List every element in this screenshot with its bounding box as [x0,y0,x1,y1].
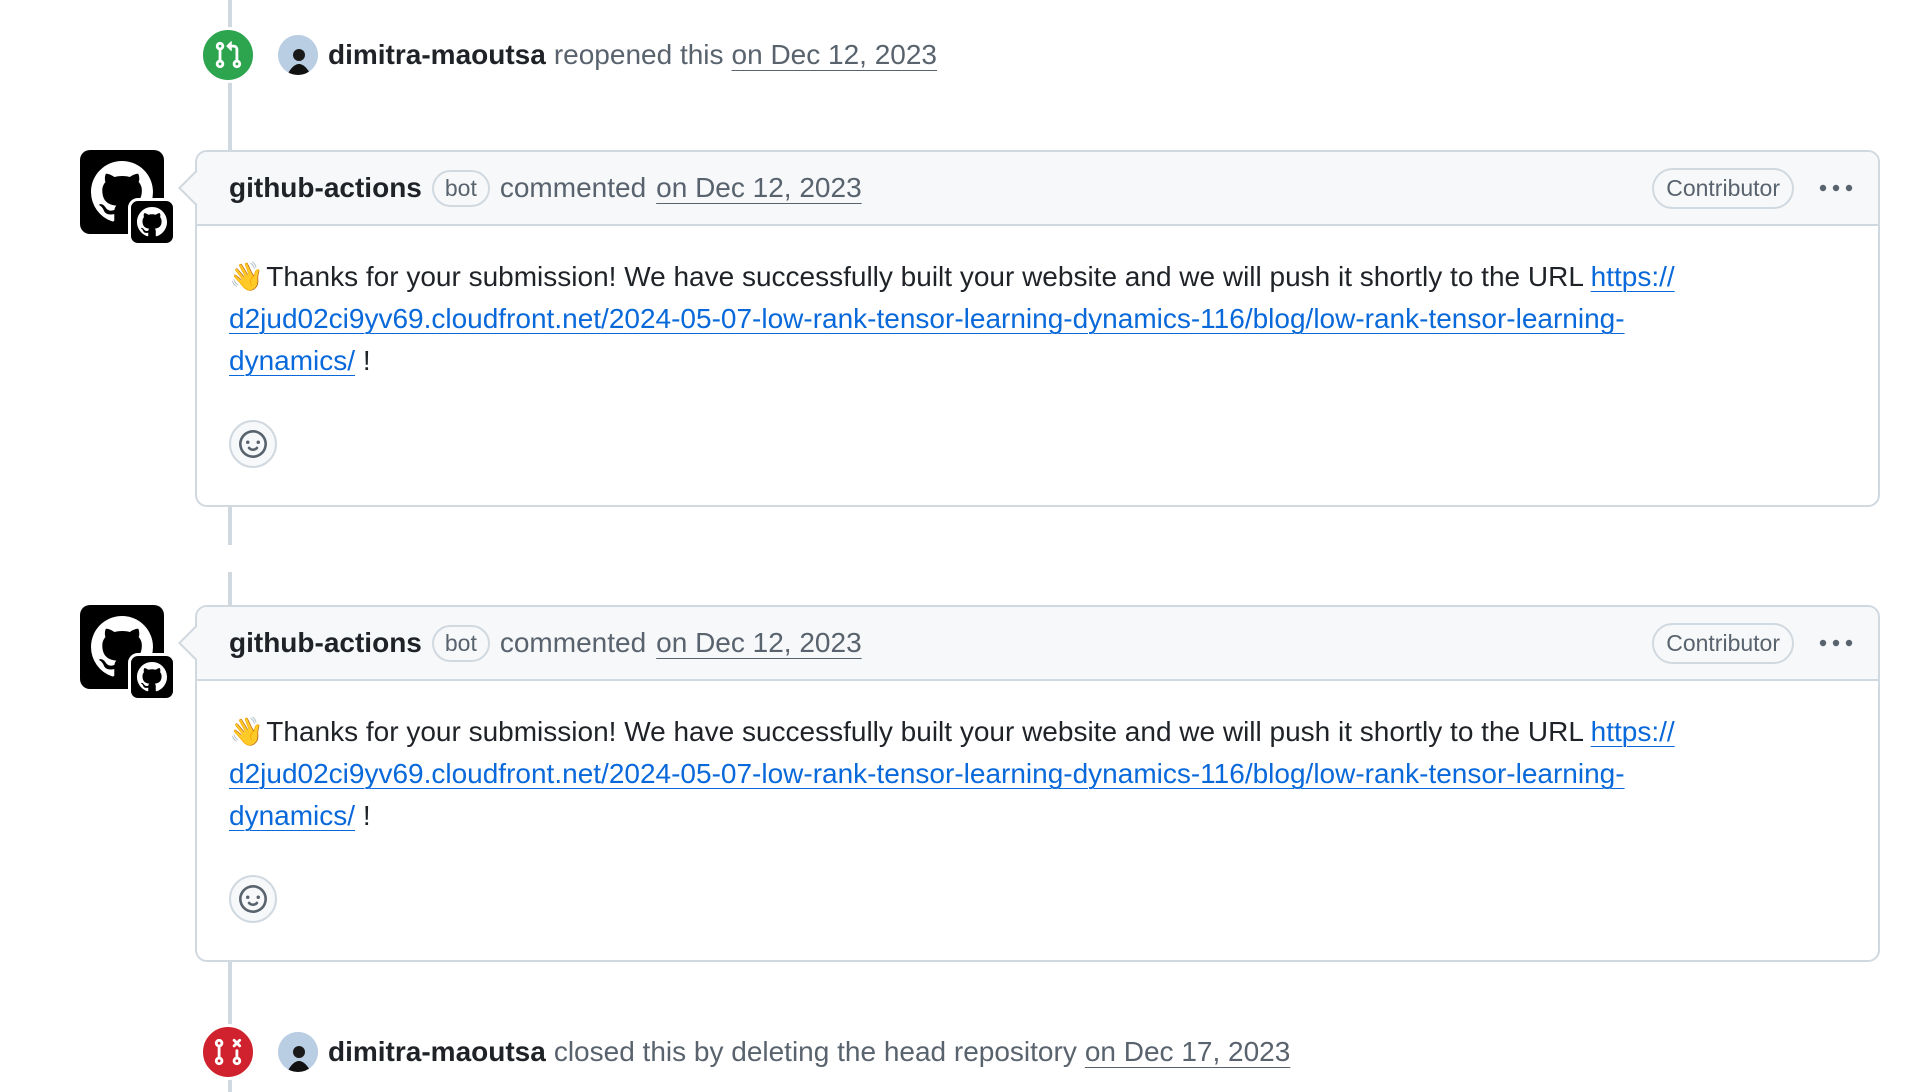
wave-emoji: 👋 [229,716,264,747]
github-icon [137,207,167,237]
event-date-link[interactable]: on Dec 17, 2023 [1085,1036,1291,1067]
event-description: dimitra-maoutsa reopened this on Dec 12, 2… [328,39,937,71]
link-part: dynamics/ [229,800,356,831]
link-part: https:// [1590,716,1675,747]
comment-box: github-actions bot commented on Dec 12, … [195,605,1880,962]
git-pull-request-closed-icon [214,1038,242,1066]
avatar[interactable] [80,150,176,246]
comment-options-button[interactable] [1818,170,1854,206]
event-badge [200,27,256,83]
bot-label: bot [431,169,490,207]
app-badge [128,653,176,701]
comment-box: github-actions bot commented on Dec 12, … [195,150,1880,507]
event-actor-link[interactable]: dimitra-maoutsa [328,39,546,70]
comment-date-link[interactable]: on Dec 12, 2023 [656,627,862,659]
event-description: dimitra-maoutsa closed this by deleting t… [328,1036,1290,1068]
event-badge [200,1024,256,1080]
comment-options-button[interactable] [1818,625,1854,661]
comment-date-link[interactable]: on Dec 12, 2023 [656,172,862,204]
event-date-link[interactable]: on Dec 12, 2023 [732,39,938,70]
bot-label: bot [431,624,490,662]
app-badge [128,198,176,246]
github-icon [137,662,167,692]
comment-action: commented [499,627,647,658]
event-actor-link[interactable]: dimitra-maoutsa [328,1036,546,1067]
link-part: d2jud02ci9yv69.cloudfront.net/2024-05-07… [229,758,1625,789]
smiley-icon [239,430,267,458]
timeline-line [228,505,232,545]
comment-action: commented [499,172,647,203]
kebab-horizontal-icon [1819,639,1853,647]
link-part: d2jud02ci9yv69.cloudfront.net/2024-05-07… [229,303,1625,334]
comment-body: 👋 Thanks for your submission! We have su… [197,681,1878,857]
comment-trailing: ! [362,345,371,376]
add-reaction-button[interactable] [229,420,277,468]
event-action: closed this by deleting the head reposit… [553,1036,1077,1067]
comment-body: 👋 Thanks for your submission! We have su… [197,226,1878,402]
comment-trailing: ! [362,800,371,831]
event-action: reopened this [553,39,724,70]
comment-header: github-actions bot commented on Dec 12, … [197,607,1878,681]
wave-emoji: 👋 [229,261,264,292]
avatar[interactable] [80,605,176,701]
comment-text: Thanks for your submission! We have succ… [266,716,1583,747]
add-reaction-button[interactable] [229,875,277,923]
comment-text: Thanks for your submission! We have succ… [266,261,1583,292]
kebab-horizontal-icon [1819,184,1853,192]
comment-author-link[interactable]: github-actions [229,172,422,204]
avatar[interactable] [278,1032,318,1072]
contributor-label: Contributor [1652,622,1794,664]
contributor-label: Contributor [1652,167,1794,209]
link-part: dynamics/ [229,345,356,376]
git-pull-request-icon [215,41,242,69]
timeline-event-reopened: dimitra-maoutsa reopened this on Dec 12, 2… [200,27,937,83]
timeline-event-closed: dimitra-maoutsa closed this by deleting t… [200,1024,1290,1080]
avatar[interactable] [278,35,318,75]
comment-header: github-actions bot commented on Dec 12, … [197,152,1878,226]
smiley-icon [239,885,267,913]
comment-author-link[interactable]: github-actions [229,627,422,659]
link-part: https:// [1590,261,1675,292]
